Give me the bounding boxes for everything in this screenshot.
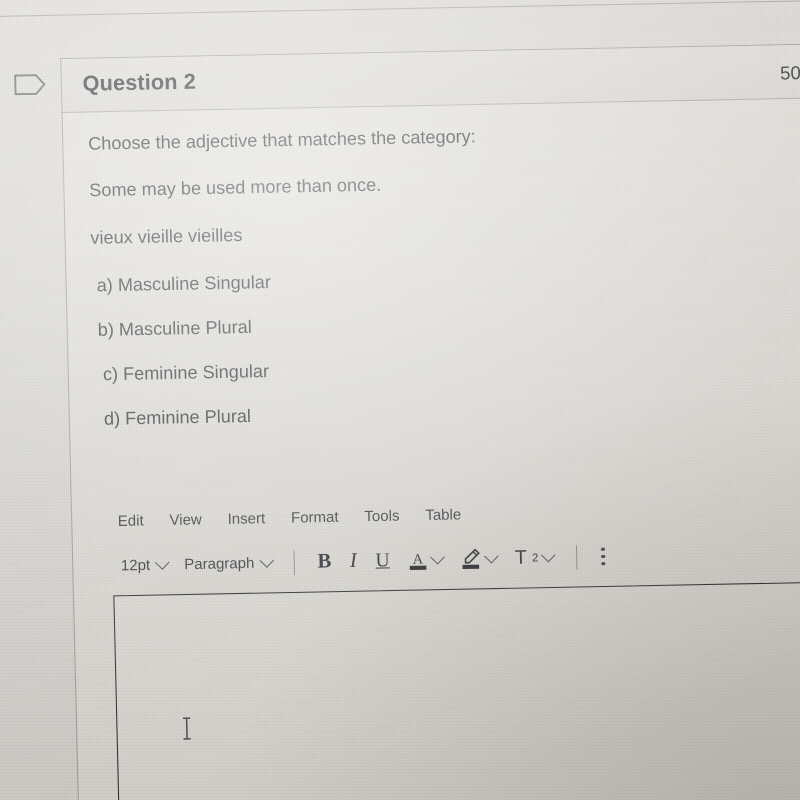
question-points: 50: [779, 62, 800, 84]
superscript-letter: T: [514, 546, 528, 569]
toolbar-divider: [293, 549, 295, 575]
text-color-button[interactable]: A: [399, 546, 452, 573]
superscript-button[interactable]: T2: [505, 544, 563, 572]
highlighter-icon: [461, 548, 481, 570]
answer-option-d: d) Feminine Plural: [103, 405, 252, 429]
italic-button[interactable]: I: [340, 547, 366, 575]
question-card-header: Question 2 50: [61, 44, 800, 113]
menu-item-table[interactable]: Table: [425, 507, 461, 524]
i-beam-text-cursor: [181, 717, 192, 740]
screen-photo: Question 2 50 Choose the adjective that …: [0, 0, 800, 800]
chevron-down-icon: [429, 549, 445, 565]
answer-option-a: a) Masculine Singular: [96, 271, 272, 296]
chevron-down-icon: [259, 552, 275, 568]
answer-option-b: b) Masculine Plural: [97, 315, 252, 340]
bold-button[interactable]: B: [308, 548, 341, 577]
editor-menubar: Edit View Insert Format Tools Table: [111, 500, 800, 530]
chevron-down-icon: [483, 548, 499, 564]
toolbar-divider: [576, 544, 579, 570]
superscript-exponent: 2: [531, 551, 539, 565]
question-body: Choose the adjective that matches the ca…: [88, 120, 799, 453]
chevron-down-icon: [541, 547, 556, 562]
menu-item-insert[interactable]: Insert: [227, 511, 265, 528]
chevron-down-icon: [155, 554, 170, 570]
menu-item-edit[interactable]: Edit: [118, 513, 144, 530]
menu-item-format[interactable]: Format: [291, 509, 339, 526]
editor-toolbar: 12pt Paragraph B I U A T 2: [112, 539, 800, 580]
font-size-select[interactable]: 12pt: [112, 554, 176, 576]
menu-item-tools[interactable]: Tools: [364, 508, 399, 525]
page-title: Question 2: [82, 70, 197, 96]
skewed-screen-content: Question 2 50 Choose the adjective that …: [0, 0, 800, 800]
answer-option-c: c) Feminine Singular: [102, 360, 270, 385]
question-card: Question 2 50 Choose the adjective that …: [60, 43, 800, 800]
text-color-icon: A: [408, 549, 427, 571]
svg-text:A: A: [412, 552, 423, 568]
underline-button[interactable]: U: [366, 547, 399, 575]
editor-text-area[interactable]: [113, 582, 800, 800]
question-note: Some may be used more than once.: [89, 173, 382, 201]
highlight-color-button[interactable]: [451, 545, 505, 572]
menu-item-view[interactable]: View: [169, 512, 202, 529]
rich-text-editor: Edit View Insert Format Tools Table 12pt…: [111, 500, 800, 800]
question-word-bank: vieux vieille vieilles: [90, 224, 243, 248]
question-prompt: Choose the adjective that matches the ca…: [87, 125, 476, 154]
font-size-value: 12pt: [120, 556, 151, 575]
more-options-icon[interactable]: [591, 545, 616, 568]
block-format-value: Paragraph: [184, 554, 255, 573]
tag-icon: [13, 72, 47, 97]
block-format-select[interactable]: Paragraph: [176, 552, 281, 575]
